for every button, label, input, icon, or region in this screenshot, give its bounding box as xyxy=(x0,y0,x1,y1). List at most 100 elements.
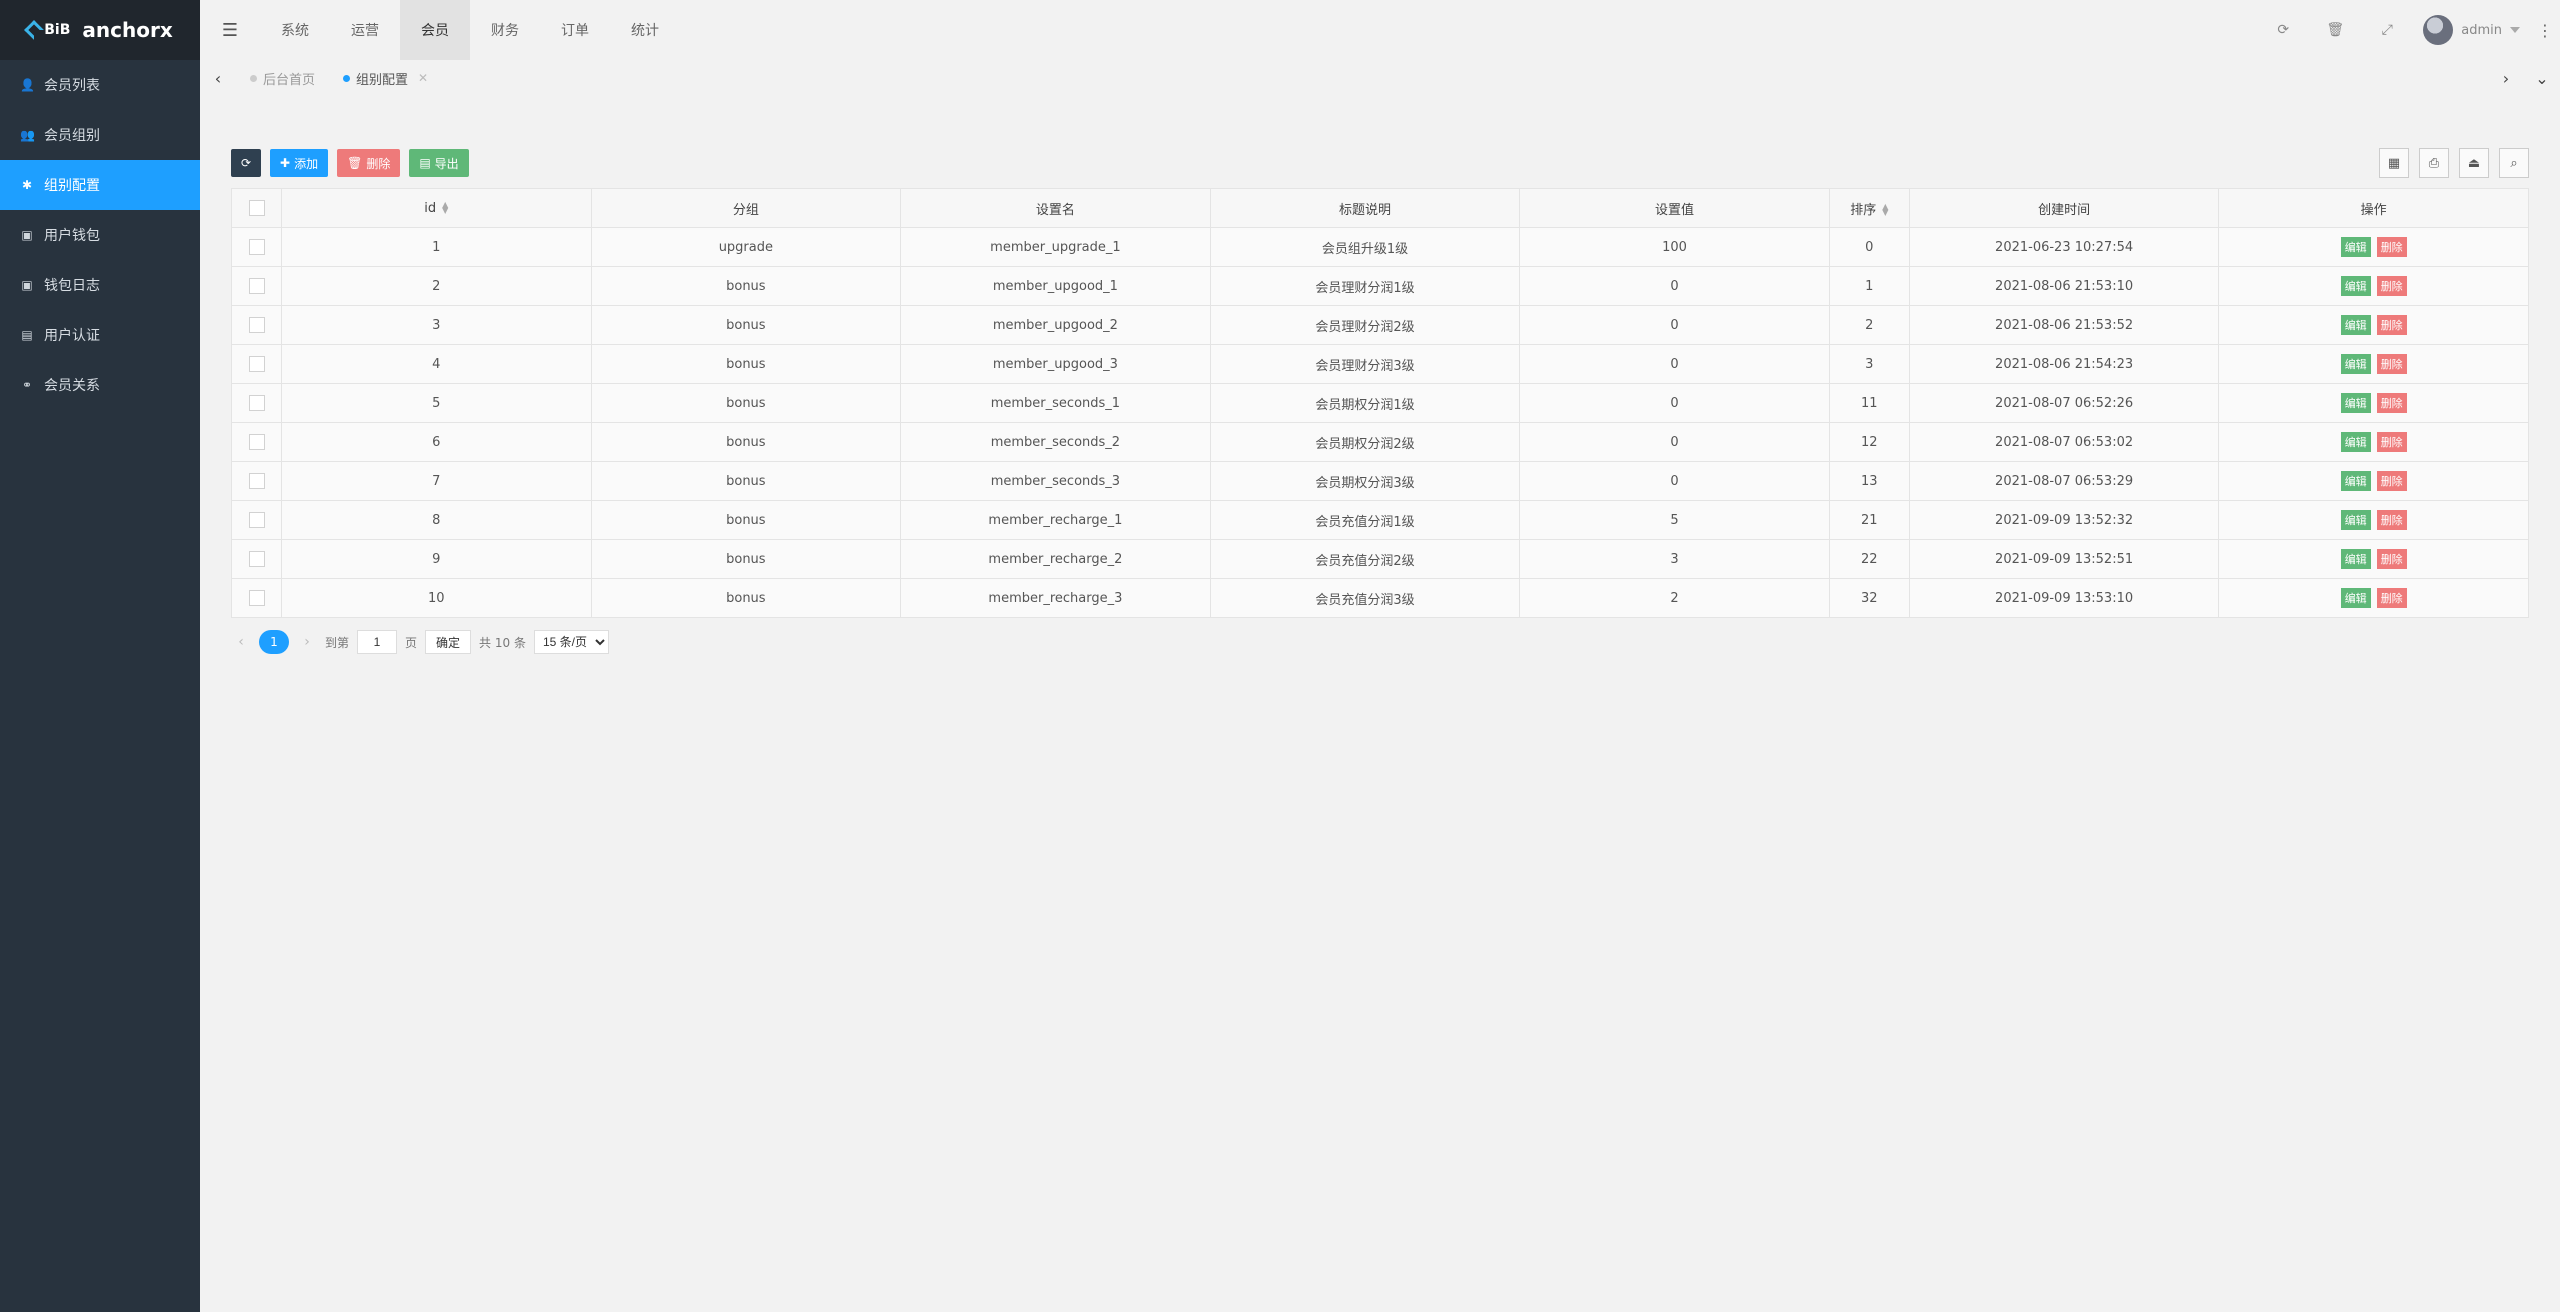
row-delete-button[interactable]: 删除 xyxy=(2376,510,2407,530)
top-nav-item-1[interactable]: 运营 xyxy=(330,0,400,60)
top-nav-item-4[interactable]: 订单 xyxy=(540,0,610,60)
table-cell: member_upgrade_1 xyxy=(900,227,1211,267)
column-header[interactable]: id ▲ ▼ xyxy=(281,188,592,228)
tabs-next-icon[interactable]: › xyxy=(2488,60,2524,96)
goto-page-input[interactable] xyxy=(357,630,398,654)
table-cell: 会员充值分润1级 xyxy=(1209,500,1521,540)
refresh-icon[interactable]: ⟳ xyxy=(2257,0,2309,60)
table-cell: bonus xyxy=(590,461,902,501)
row-checkbox[interactable] xyxy=(248,473,265,489)
edit-button[interactable]: 编辑 xyxy=(2340,315,2371,335)
refresh-button[interactable]: ⟳ xyxy=(231,149,261,177)
row-checkbox[interactable] xyxy=(248,590,265,606)
print-icon[interactable]: ⎙ xyxy=(2419,148,2449,178)
tab-group-config[interactable]: 组别配置 ✕ xyxy=(329,60,442,96)
row-checkbox[interactable] xyxy=(248,317,265,333)
edit-button[interactable]: 编辑 xyxy=(2340,471,2371,491)
sort-icon[interactable]: ▲ ▼ xyxy=(1882,203,1888,217)
goto-confirm-button[interactable]: 确定 xyxy=(425,630,472,654)
edit-button[interactable]: 编辑 xyxy=(2340,276,2371,296)
row-delete-button[interactable]: 删除 xyxy=(2376,549,2407,569)
export-tool-icon[interactable]: ⏏ xyxy=(2459,148,2489,178)
file-icon: ▤ xyxy=(419,156,431,170)
row-checkbox[interactable] xyxy=(248,239,265,255)
sidebar-collapse-icon[interactable]: ☰ xyxy=(200,0,260,60)
table-cell: 2021-09-09 13:52:51 xyxy=(1908,539,2220,579)
column-header: 创建时间 xyxy=(1908,188,2220,228)
edit-button[interactable]: 编辑 xyxy=(2340,549,2371,569)
search-icon[interactable]: ⌕ xyxy=(2499,148,2529,178)
row-checkbox[interactable] xyxy=(248,395,265,411)
row-delete-button[interactable]: 删除 xyxy=(2376,471,2407,491)
sidebar-item-label: 会员组别 xyxy=(44,128,100,144)
sort-icon[interactable]: ▲ ▼ xyxy=(442,201,448,215)
sidebar-item-4[interactable]: ▣ 钱包日志 xyxy=(0,260,200,310)
table-cell: 2 xyxy=(1828,305,1910,345)
row-select-cell xyxy=(231,500,282,540)
close-icon[interactable]: ✕ xyxy=(418,71,428,85)
table-cell: bonus xyxy=(590,539,902,579)
edit-button[interactable]: 编辑 xyxy=(2340,432,2371,452)
page-size-select[interactable]: 15 条/页 xyxy=(533,630,609,654)
top-nav-item-0[interactable]: 系统 xyxy=(260,0,330,60)
more-vertical-icon[interactable]: ⋮ xyxy=(2530,21,2560,40)
sidebar-item-3[interactable]: ▣ 用户钱包 xyxy=(0,210,200,260)
delete-button[interactable]: 🗑 删除 xyxy=(337,149,401,177)
row-checkbox[interactable] xyxy=(248,278,265,294)
row-delete-button[interactable]: 删除 xyxy=(2376,276,2407,296)
top-nav-item-3[interactable]: 财务 xyxy=(470,0,540,60)
table-cell: 7 xyxy=(281,461,592,501)
row-checkbox[interactable] xyxy=(248,512,265,528)
row-delete-button[interactable]: 删除 xyxy=(2376,237,2407,257)
table-row: 9 bonus member_recharge_2 会员充值分润2级 3 22 2021-0… xyxy=(231,539,2529,579)
row-actions: 编辑 删除 xyxy=(2218,383,2529,423)
row-delete-button[interactable]: 删除 xyxy=(2376,432,2407,452)
sidebar-item-2[interactable]: ✱ 组别配置 xyxy=(0,160,200,210)
columns-icon[interactable]: ▦ xyxy=(2379,148,2409,178)
row-checkbox[interactable] xyxy=(248,551,265,567)
sidebar-item-5[interactable]: ▤ 用户认证 xyxy=(0,310,200,360)
current-page[interactable]: 1 xyxy=(259,630,289,654)
edit-button[interactable]: 编辑 xyxy=(2340,354,2371,374)
logo-mark-text: BiB xyxy=(44,22,71,38)
edit-button[interactable]: 编辑 xyxy=(2340,588,2371,608)
fullscreen-icon[interactable]: ⤢ xyxy=(2361,0,2413,60)
next-page-icon[interactable]: › xyxy=(297,634,317,650)
edit-button[interactable]: 编辑 xyxy=(2340,393,2371,413)
sidebar-item-1[interactable]: 👥 会员组别 xyxy=(0,110,200,160)
prev-page-icon[interactable]: ‹ xyxy=(231,634,251,650)
column-header[interactable]: 排序 ▲ ▼ xyxy=(1828,188,1910,228)
logo[interactable]: BiB anchorx xyxy=(0,0,200,60)
table-cell: 11 xyxy=(1828,383,1910,423)
trash-icon[interactable]: 🗑 xyxy=(2309,0,2361,60)
export-button[interactable]: ▤ 导出 xyxy=(409,149,469,177)
row-delete-button[interactable]: 删除 xyxy=(2376,393,2407,413)
sidebar-item-6[interactable]: ⚭ 会员关系 xyxy=(0,360,200,410)
sidebar-item-0[interactable]: 👤 会员列表 xyxy=(0,60,200,110)
select-all-checkbox[interactable] xyxy=(248,200,265,216)
trash-icon: 🗑 xyxy=(347,156,363,170)
row-checkbox[interactable] xyxy=(248,356,265,372)
top-nav-item-2[interactable]: 会员 xyxy=(400,0,470,60)
money-log-icon: ▣ xyxy=(21,278,33,292)
chevron-down-icon xyxy=(2510,27,2520,33)
tabs-dropdown-icon[interactable]: ⌄ xyxy=(2524,60,2560,96)
edit-button[interactable]: 编辑 xyxy=(2340,237,2371,257)
add-button[interactable]: ✚ 添加 xyxy=(270,149,329,177)
table-cell: member_seconds_3 xyxy=(900,461,1211,501)
top-nav: 系统 运营 会员 财务 订单 统计 xyxy=(260,0,680,60)
tabs-prev-icon[interactable]: ‹ xyxy=(200,60,236,96)
table-cell: 0 xyxy=(1828,227,1910,267)
edit-button[interactable]: 编辑 xyxy=(2340,510,2371,530)
table-cell: 2 xyxy=(1519,578,1830,618)
top-nav-item-5[interactable]: 统计 xyxy=(610,0,680,60)
sidebar-menu: 👤 会员列表 👥 会员组别 ✱ 组别配置 ▣ 用户钱包 ▣ 钱包日志 ▤ 用户认证 ⚭ 会员关系 xyxy=(0,60,200,410)
user-menu[interactable]: admin xyxy=(2413,15,2530,45)
row-select-cell xyxy=(231,578,282,618)
row-delete-button[interactable]: 删除 xyxy=(2376,588,2407,608)
table-cell: 12 xyxy=(1828,422,1910,462)
tab-home[interactable]: 后台首页 xyxy=(236,60,329,96)
row-checkbox[interactable] xyxy=(248,434,265,450)
row-delete-button[interactable]: 删除 xyxy=(2376,315,2407,335)
row-delete-button[interactable]: 删除 xyxy=(2376,354,2407,374)
